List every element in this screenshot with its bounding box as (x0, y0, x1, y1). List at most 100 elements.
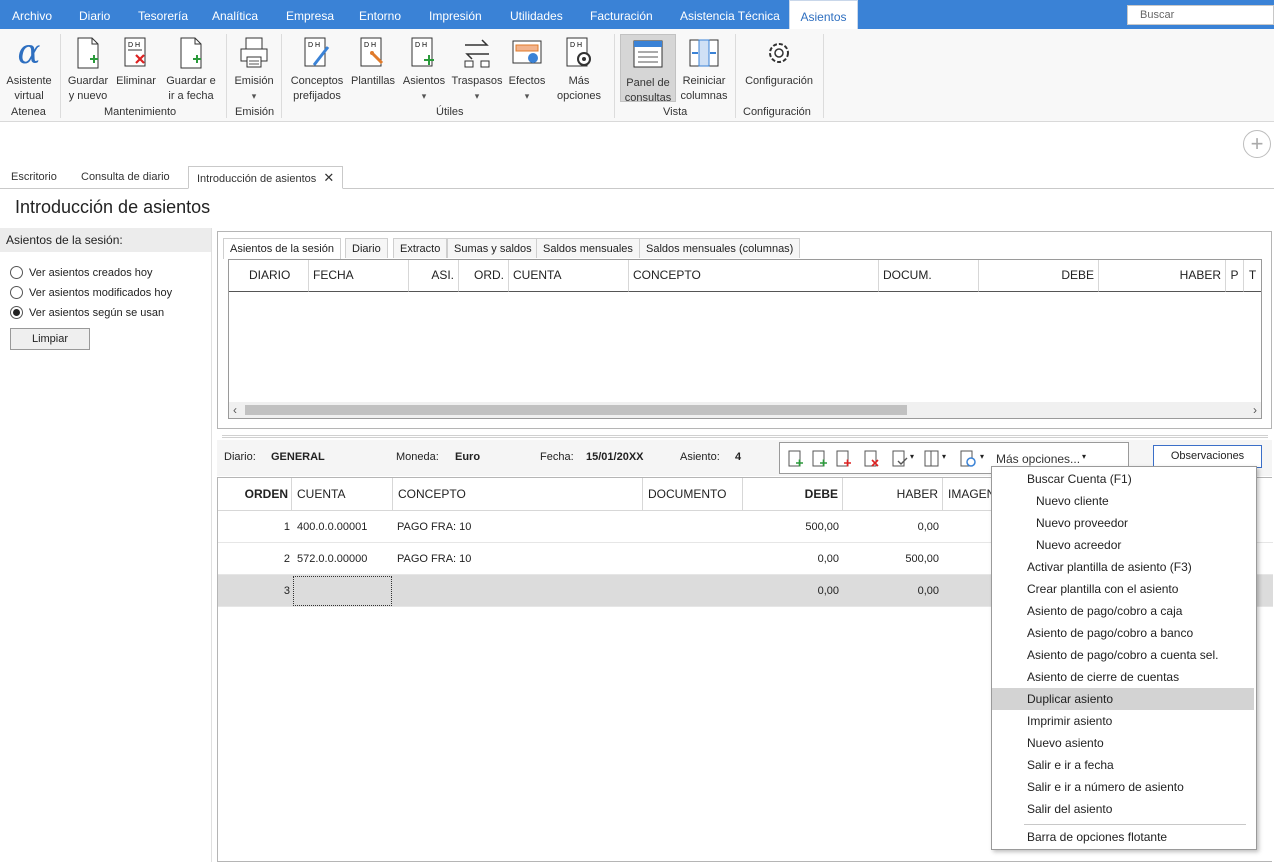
menu-tab-facturacion[interactable]: Facturación (590, 0, 653, 29)
guardar-ir-fecha-button[interactable]: Guardar e ir a fecha (162, 33, 220, 104)
column-header[interactable]: ORDEN (218, 478, 292, 511)
menu-item-barra-flotante[interactable]: Barra de opciones flotante (992, 826, 1254, 848)
svg-text:D H: D H (308, 42, 320, 49)
chevron-down-icon[interactable]: ▾ (942, 452, 946, 461)
insert-line-icon[interactable] (812, 450, 828, 468)
efectos-button[interactable]: Efectos ▾ (505, 33, 549, 104)
menu-item-pago-cuenta-sel[interactable]: Asiento de pago/cobro a cuenta sel. (992, 644, 1254, 666)
tab-sumas-saldos[interactable]: Sumas y saldos (447, 238, 539, 258)
menu-item-cierre-cuentas[interactable]: Asiento de cierre de cuentas (992, 666, 1254, 688)
search-input[interactable]: Buscar (1127, 5, 1274, 25)
chevron-down-icon[interactable]: ▾ (1082, 452, 1086, 461)
horizontal-scrollbar[interactable]: ‹ › (229, 402, 1261, 418)
column-header[interactable]: T (1244, 260, 1261, 292)
plantillas-button[interactable]: D H Plantillas (348, 33, 398, 89)
radio-segun-se-usan[interactable]: Ver asientos según se usan (10, 306, 164, 319)
eliminar-button[interactable]: D H Eliminar (114, 33, 158, 89)
copy-line-icon[interactable] (836, 450, 852, 468)
group-separator (226, 34, 227, 118)
tab-saldos-mensuales-columnas[interactable]: Saldos mensuales (columnas) (639, 238, 801, 258)
column-header[interactable]: DOCUM. (879, 260, 979, 292)
cuenta-cell-editing[interactable] (293, 576, 392, 606)
asistente-virtual-button[interactable]: α Asistente virtual (3, 33, 55, 104)
column-header[interactable]: HABER (1099, 260, 1226, 292)
menu-tab-asistencia[interactable]: Asistencia Técnica (680, 0, 780, 29)
column-header[interactable]: CUENTA (509, 260, 629, 292)
menu-tab-archivo[interactable]: Archivo (12, 0, 52, 29)
chevron-down-icon[interactable]: ▾ (980, 452, 984, 461)
emision-button[interactable]: Emisión ▾ (231, 33, 277, 104)
menu-item-salir-fecha[interactable]: Salir e ir a fecha (992, 754, 1254, 776)
observaciones-button[interactable]: Observaciones (1153, 445, 1262, 468)
radio-modificados-hoy[interactable]: Ver asientos modificados hoy (10, 286, 172, 299)
tab-escritorio[interactable]: Escritorio (11, 166, 57, 189)
mas-opciones-menu: Buscar Cuenta (F1) Nuevo cliente Nuevo p… (991, 466, 1257, 850)
conceptos-prefijados-button[interactable]: D H Conceptos prefijados (287, 33, 347, 104)
limpiar-button[interactable]: Limpiar (10, 328, 90, 350)
column-header[interactable]: CONCEPTO (629, 260, 879, 292)
delete-line-icon[interactable] (864, 450, 880, 468)
menu-tab-utilidades[interactable]: Utilidades (510, 0, 563, 29)
menu-item-activar-plantilla[interactable]: Activar plantilla de asiento (F3) (992, 556, 1254, 578)
chevron-left-icon[interactable]: ‹ (233, 402, 237, 418)
column-header[interactable]: CONCEPTO (393, 478, 643, 511)
menu-item-nuevo-cliente[interactable]: Nuevo cliente (992, 490, 1254, 512)
guardar-nuevo-button[interactable]: Guardar y nuevo (65, 33, 111, 104)
add-tab-icon[interactable]: + (1243, 130, 1271, 158)
menu-tab-impresion[interactable]: Impresión (429, 0, 482, 29)
configuracion-button[interactable]: Configuración (740, 33, 818, 89)
menu-item-imprimir-asiento[interactable]: Imprimir asiento (992, 710, 1254, 732)
menu-item-nuevo-asiento[interactable]: Nuevo asiento (992, 732, 1254, 754)
column-header[interactable]: P (1226, 260, 1244, 292)
menu-item-pago-banco[interactable]: Asiento de pago/cobro a banco (992, 622, 1254, 644)
scroll-thumb[interactable] (245, 405, 907, 415)
menu-tab-analitica[interactable]: Analítica (212, 0, 258, 29)
column-header[interactable]: ORD. (459, 260, 509, 292)
tab-consulta-diario[interactable]: Consulta de diario (81, 166, 170, 189)
reiniciar-columnas-button[interactable]: Reiniciar columnas (678, 33, 730, 104)
chevron-right-icon[interactable]: › (1253, 402, 1257, 418)
tab-diario[interactable]: Diario (345, 238, 388, 258)
columns-icon[interactable] (924, 450, 940, 468)
close-icon[interactable]: ✕ (323, 170, 334, 185)
group-label-emision: Emisión (235, 106, 275, 118)
column-header[interactable]: ASI. (409, 260, 459, 292)
tab-saldos-mensuales[interactable]: Saldos mensuales (536, 238, 640, 258)
column-header[interactable]: FECHA (309, 260, 409, 292)
new-line-icon[interactable] (788, 450, 804, 468)
mas-opciones-dropdown[interactable]: Más opciones... (996, 452, 1080, 466)
session-header: Asientos de la sesión: (0, 228, 211, 252)
menu-item-salir-numero[interactable]: Salir e ir a número de asiento (992, 776, 1254, 798)
column-header[interactable]: HABER (843, 478, 943, 511)
check-icon[interactable] (892, 450, 908, 468)
menu-item-pago-caja[interactable]: Asiento de pago/cobro a caja (992, 600, 1254, 622)
menu-item-duplicar-asiento[interactable]: Duplicar asiento (992, 688, 1254, 710)
chevron-down-icon[interactable]: ▾ (910, 452, 914, 461)
splitter[interactable] (222, 435, 1268, 438)
column-header[interactable]: DIARIO (229, 260, 309, 292)
menu-item-salir-asiento[interactable]: Salir del asiento (992, 798, 1254, 820)
menu-tab-entorno[interactable]: Entorno (359, 0, 401, 29)
column-header[interactable]: CUENTA (292, 478, 393, 511)
menu-tab-diario[interactable]: Diario (79, 0, 110, 29)
tab-introduccion-asientos[interactable]: Introducción de asientos ✕ (188, 166, 344, 189)
menu-item-buscar-cuenta[interactable]: Buscar Cuenta (F1) (992, 468, 1254, 490)
menu-tab-asientos[interactable]: Asientos (789, 0, 858, 29)
column-header[interactable]: DEBE (743, 478, 843, 511)
asientos-button[interactable]: D H Asientos ▾ (400, 33, 448, 104)
column-header[interactable]: DEBE (979, 260, 1099, 292)
tab-extracto[interactable]: Extracto (393, 238, 448, 258)
menu-item-crear-plantilla[interactable]: Crear plantilla con el asiento (992, 578, 1254, 600)
menu-item-nuevo-proveedor[interactable]: Nuevo proveedor (992, 512, 1254, 534)
menu-tab-tesoreria[interactable]: Tesorería (138, 0, 188, 29)
radio-creados-hoy[interactable]: Ver asientos creados hoy (10, 266, 153, 279)
panel-consultas-button[interactable]: Panel de consultas (620, 34, 676, 104)
panel-icon (621, 35, 675, 71)
tab-asientos-sesion[interactable]: Asientos de la sesión (223, 238, 341, 259)
mas-opciones-ribbon-button[interactable]: D H Más opciones (550, 33, 608, 104)
menu-item-nuevo-acreedor[interactable]: Nuevo acreedor (992, 534, 1254, 556)
menu-tab-empresa[interactable]: Empresa (286, 0, 334, 29)
column-header[interactable]: DOCUMENTO (643, 478, 743, 511)
view-icon[interactable] (960, 450, 978, 468)
traspasos-button[interactable]: Traspasos ▾ (450, 33, 504, 104)
